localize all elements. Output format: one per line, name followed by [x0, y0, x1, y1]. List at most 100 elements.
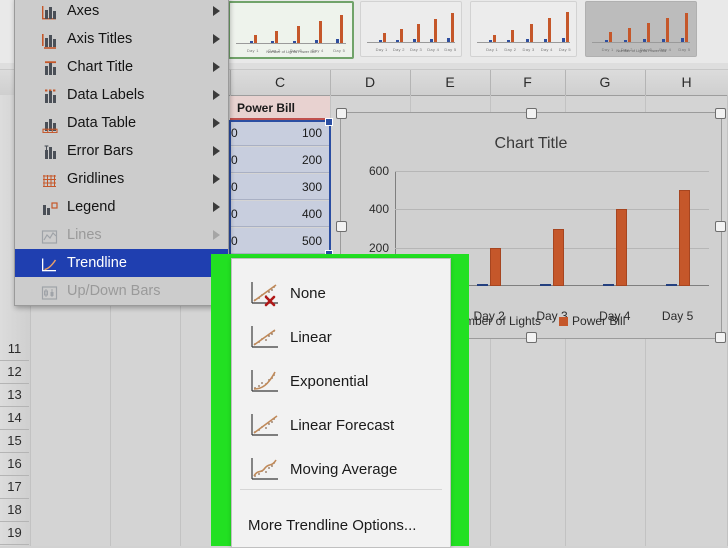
submenu-item-label: Linear Forecast — [290, 416, 395, 434]
column-header-c[interactable]: C — [230, 70, 331, 95]
row-header-18[interactable]: 18 — [0, 498, 29, 522]
gridlines-icon — [41, 171, 59, 187]
row-header-12[interactable]: 12 — [0, 360, 29, 384]
thumbnail-bars: Day 1 Day 2 Day 3 Day 4 Day 5 — [477, 12, 571, 52]
row-header-14[interactable]: 14 — [0, 406, 29, 430]
trend-linear-icon — [248, 323, 280, 351]
menu-item-up-down-bars: Up/Down Bars — [15, 277, 228, 305]
menu-item-label: Data Table — [67, 115, 137, 131]
chart-bar[interactable] — [477, 284, 489, 286]
thumbnail-bars: Day 1 Day 2 Day 3 Day 4 Day 5 — [592, 12, 690, 52]
chart-elements-menu[interactable]: Axes Axis Titles Chart Title Data Labels Dat… — [14, 0, 229, 306]
menu-item-axes[interactable]: Axes — [15, 0, 228, 25]
thumbnail-legend: Number of Lights Power Bill — [266, 49, 316, 54]
trend-linear-forecast-icon — [248, 411, 280, 439]
gridline — [395, 247, 709, 249]
chart-bar[interactable] — [665, 284, 677, 286]
data-table-icon — [41, 115, 59, 134]
chart-style-thumbnail[interactable]: Day 1 Day 2 Day 3 Day 4 Day 5 Number of Light… — [228, 1, 354, 59]
data-cell[interactable]: 0 300 — [230, 174, 330, 200]
submenu-item-none[interactable]: None — [232, 271, 450, 315]
adjacent-cell-fragment: 0 — [231, 153, 238, 167]
menu-item-chart-title[interactable]: Chart Title — [15, 53, 228, 81]
menu-item-data-labels[interactable]: Data Labels — [15, 81, 228, 109]
error-bars-icon — [41, 143, 59, 159]
menu-item-label: Chart Title — [67, 59, 134, 75]
column-header-h[interactable]: H — [645, 70, 728, 95]
menu-item-label: Lines — [67, 227, 102, 243]
data-cell-value: 300 — [301, 180, 322, 194]
submenu-item-linear-forecast[interactable]: Linear Forecast — [232, 403, 450, 447]
column-header-d[interactable]: D — [330, 70, 411, 95]
menu-item-label: Data Labels — [67, 87, 145, 103]
menu-item-lines: Lines — [15, 221, 228, 249]
row-header-11[interactable]: 11 — [0, 337, 29, 361]
submenu-item-moving-average[interactable]: Moving Average — [232, 447, 450, 491]
menu-item-gridlines[interactable]: Gridlines — [15, 165, 228, 193]
menu-item-trendline[interactable]: Trendline — [15, 249, 228, 277]
chart-bar[interactable] — [540, 284, 551, 286]
column-header-e[interactable]: E — [410, 70, 491, 95]
chart-style-thumbnail[interactable]: Day 1 Day 2 Day 3 Day 4 Day 5 — [360, 1, 462, 57]
menu-item-label: Error Bars — [67, 143, 134, 159]
lines-icon — [41, 227, 59, 244]
legend-item[interactable]: Power Bill — [559, 314, 625, 328]
menu-item-label: Legend — [67, 199, 116, 215]
row-header-15[interactable]: 15 — [0, 429, 29, 453]
adjacent-cell-fragment: 0 — [231, 234, 238, 248]
row-header-17[interactable]: 17 — [0, 475, 29, 499]
data-cell[interactable]: 0 200 — [230, 147, 330, 173]
adjacent-cell-fragment: 0 — [231, 126, 238, 140]
trend-moving-average-icon — [248, 455, 280, 483]
data-cell[interactable]: 0 500 — [230, 228, 330, 254]
chart-style-thumbnail[interactable]: Day 1 Day 2 Day 3 Day 4 Day 5 — [470, 1, 577, 57]
chart-resize-handle[interactable] — [715, 220, 726, 232]
chart-resize-handle[interactable] — [715, 332, 726, 343]
menu-item-axis-titles[interactable]: Axis Titles — [15, 25, 228, 53]
chart-resize-handle[interactable] — [715, 108, 726, 119]
chart-bar[interactable] — [678, 190, 690, 286]
chevron-right-icon — [213, 202, 220, 212]
submenu-item-linear[interactable]: Linear — [232, 315, 450, 359]
data-cell[interactable]: 0 100 — [230, 120, 330, 146]
trendline-icon — [41, 255, 59, 272]
menu-item-label: Trendline — [67, 255, 127, 271]
thumbnail-bars: Day 1 Day 2 Day 3 Day 4 Day 5 — [367, 12, 456, 52]
chevron-right-icon — [213, 34, 220, 44]
chart-resize-handle[interactable] — [336, 108, 347, 119]
chevron-right-icon — [213, 146, 220, 156]
data-column-power-bill[interactable]: Power Bill 0 100 0 200 0 300 0 400 0 500 — [230, 96, 330, 256]
data-cell-value: 200 — [301, 153, 322, 167]
submenu-item-label: Linear — [290, 328, 332, 346]
thumbnail-axis — [367, 42, 455, 43]
chart-resize-handle[interactable] — [526, 108, 537, 119]
chart-resize-handle[interactable] — [526, 332, 537, 343]
menu-item-label: Axis Titles — [67, 31, 133, 47]
trendline-submenu[interactable]: None Linear Exponential Linear Forecast Movi… — [231, 258, 451, 548]
chart-bar[interactable] — [602, 284, 614, 286]
row-header-16[interactable]: 16 — [0, 452, 29, 476]
legend-label: Power Bill — [572, 314, 626, 328]
data-cell[interactable]: 0 400 — [230, 201, 330, 227]
row-header-13[interactable]: 13 — [0, 383, 29, 407]
chart-bar[interactable] — [615, 209, 627, 286]
submenu-item-exponential[interactable]: Exponential — [232, 359, 450, 403]
menu-item-error-bars[interactable]: Error Bars — [15, 137, 228, 165]
menu-item-data-table[interactable]: Data Table — [15, 109, 228, 137]
chart-bar[interactable] — [490, 247, 502, 286]
chart-resize-handle[interactable] — [336, 220, 347, 232]
menu-item-legend[interactable]: Legend — [15, 193, 228, 221]
more-trendline-options-item[interactable]: More Trendline Options... — [232, 503, 450, 547]
data-labels-icon — [41, 87, 59, 103]
axes-icon — [41, 3, 59, 20]
chart-bar[interactable] — [553, 228, 564, 286]
row-header-19[interactable]: 19 — [0, 521, 29, 545]
gridline — [395, 209, 709, 211]
data-cell-value: 400 — [301, 207, 322, 221]
chart-title[interactable]: Chart Title — [341, 135, 721, 153]
column-header-g[interactable]: G — [565, 70, 646, 95]
chart-style-thumbnail[interactable]: Day 1 Day 2 Day 3 Day 4 Day 5 Number of Light… — [585, 1, 697, 57]
column-header-f[interactable]: F — [490, 70, 566, 95]
legend-icon — [41, 199, 59, 215]
adjacent-cell-fragment: 0 — [231, 180, 238, 194]
